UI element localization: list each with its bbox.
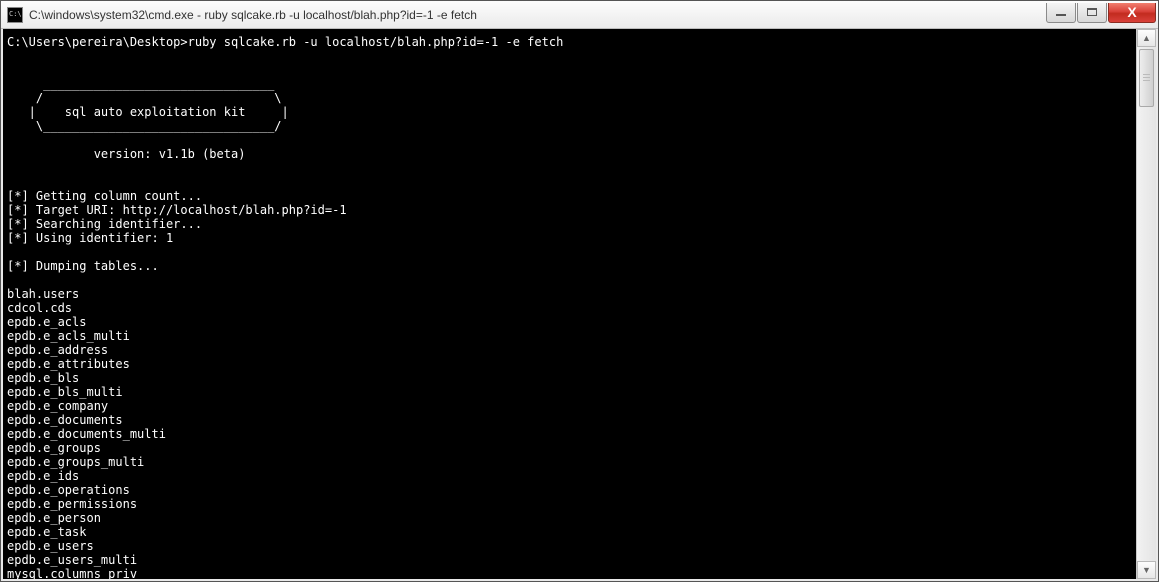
terminal-viewport[interactable]: C:\Users\pereira\Desktop>ruby sqlcake.rb… [3,29,1136,579]
minimize-button[interactable] [1046,3,1076,23]
client-area: C:\Users\pereira\Desktop>ruby sqlcake.rb… [1,29,1158,581]
cmd-icon [7,7,23,23]
maximize-button[interactable] [1077,3,1107,23]
scroll-up-button[interactable]: ▲ [1137,29,1156,47]
window-title: C:\windows\system32\cmd.exe - ruby sqlca… [29,8,1045,22]
scroll-down-button[interactable]: ▼ [1137,561,1156,579]
window-buttons: X [1045,3,1156,23]
close-button[interactable]: X [1108,3,1156,23]
vertical-scrollbar[interactable]: ▲ ▼ [1136,29,1156,579]
window-titlebar[interactable]: C:\windows\system32\cmd.exe - ruby sqlca… [1,1,1158,29]
terminal-output: C:\Users\pereira\Desktop>ruby sqlcake.rb… [3,29,1136,579]
scroll-thumb[interactable] [1139,49,1154,107]
